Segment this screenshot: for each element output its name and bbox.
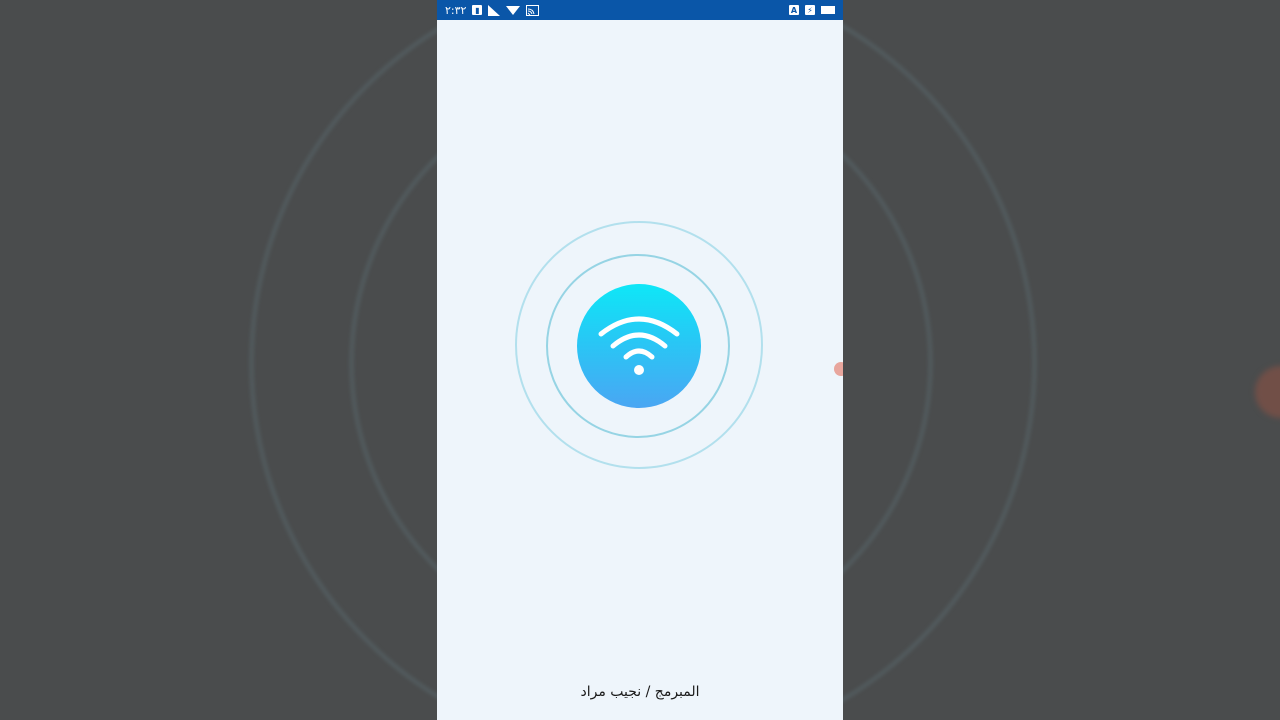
wifi-icon xyxy=(598,316,680,375)
touch-indicator xyxy=(834,362,843,376)
time-text: ٢:٣٢ xyxy=(445,3,467,17)
signal-icon xyxy=(488,4,501,16)
video-frame: ٢:٣٢ ▮ A ⚡ المبرمج / نجيب مراد xyxy=(0,0,1280,720)
wifi-connect-button[interactable] xyxy=(577,284,701,408)
font-a-icon: A xyxy=(789,5,799,15)
battery-icon xyxy=(821,6,835,14)
wifi-icon xyxy=(506,5,521,15)
sim-icon: ⚡ xyxy=(805,5,815,15)
wifi-radar xyxy=(515,221,765,471)
cast-icon xyxy=(526,4,540,16)
left-blurred-background xyxy=(0,0,437,720)
developer-credit: المبرمج / نجيب مراد xyxy=(580,684,700,700)
status-bar: ٢:٣٢ ▮ A ⚡ xyxy=(437,0,843,20)
battery-saver-icon: ▮ xyxy=(472,5,483,15)
status-bar-right: A ⚡ xyxy=(789,5,835,15)
right-blurred-background xyxy=(843,0,1280,720)
background-touch-dot xyxy=(1255,366,1280,418)
status-bar-left: ٢:٣٢ ▮ xyxy=(445,3,540,17)
phone-screen: ٢:٣٢ ▮ A ⚡ المبرمج / نجيب مراد xyxy=(437,0,843,720)
